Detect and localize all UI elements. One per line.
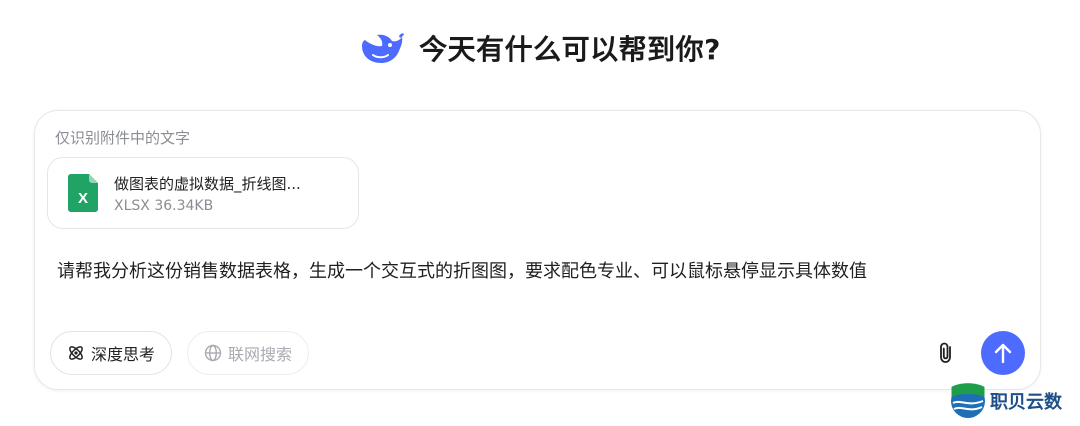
svg-text:X: X <box>78 190 88 207</box>
web-search-label: 联网搜索 <box>228 345 293 364</box>
whale-logo-icon <box>359 30 405 66</box>
attachment-name: 做图表的虚拟数据_折线图... <box>114 174 301 193</box>
send-button[interactable] <box>981 331 1025 375</box>
watermark: 职贝云数 <box>950 382 1062 420</box>
welcome-header: 今天有什么可以帮到你? <box>0 24 1080 72</box>
watermark-logo-icon <box>950 383 986 419</box>
deep-think-label: 深度思考 <box>91 345 156 364</box>
attachment-hint: 仅识别附件中的文字 <box>55 129 191 147</box>
attachment-meta: XLSX 36.34KB <box>114 197 214 214</box>
paperclip-icon[interactable] <box>935 341 959 365</box>
chat-input-box[interactable]: 仅识别附件中的文字 X 做图表的虚拟数据_折线图... XLSX 36.34KB… <box>34 110 1041 390</box>
page-title: 今天有什么可以帮到你? <box>419 33 721 66</box>
web-search-button[interactable]: 联网搜索 <box>187 331 310 375</box>
attachment-card[interactable]: X 做图表的虚拟数据_折线图... XLSX 36.34KB <box>47 157 359 229</box>
atom-icon <box>67 344 85 362</box>
chat-page: 今天有什么可以帮到你? 仅识别附件中的文字 X 做图表的虚拟数据_折线图... … <box>0 0 1080 426</box>
prompt-input[interactable]: 请帮我分析这份销售数据表格，生成一个交互式的折图图，要求配色专业、可以鼠标悬停显… <box>57 257 867 283</box>
watermark-text: 职贝云数 <box>990 392 1062 413</box>
arrow-up-icon <box>994 343 1012 364</box>
deep-think-button[interactable]: 深度思考 <box>50 331 173 375</box>
globe-icon <box>204 344 222 362</box>
excel-file-icon: X <box>68 174 98 212</box>
